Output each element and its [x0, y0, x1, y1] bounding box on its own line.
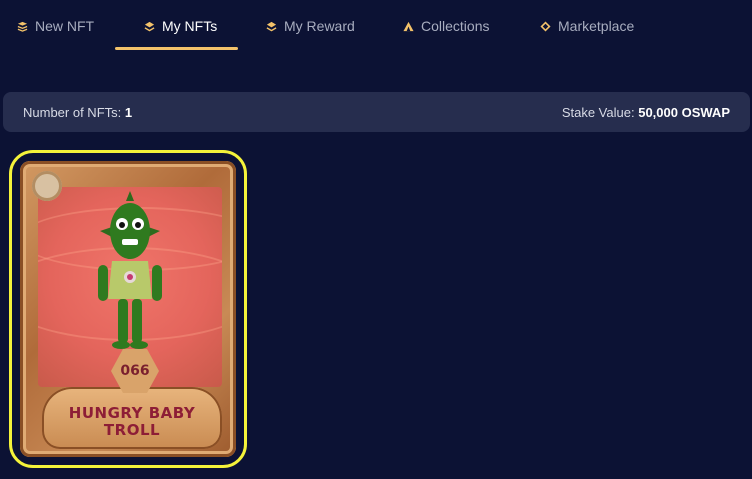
tab-collections[interactable]: Collections — [403, 17, 489, 35]
tab-my-reward-label: My Reward — [284, 18, 355, 34]
nft-tab-bar: New NFT My NFTs My Reward Collections Ma… — [0, 0, 752, 52]
active-tab-indicator — [115, 47, 238, 50]
layers-icon — [266, 21, 277, 31]
tab-collections-label: Collections — [421, 18, 490, 34]
nft-card-name-line2: TROLL — [103, 421, 161, 439]
nft-count-value: 1 — [124, 104, 133, 120]
nft-summary-bar: Number of NFTs: 1 Stake Value: 50,000 OS… — [3, 92, 750, 132]
diamond-icon — [540, 20, 551, 32]
tab-new-nft-label: New NFT — [35, 18, 95, 34]
tab-my-nfts[interactable]: My NFTs — [144, 17, 217, 35]
tab-my-nfts-label: My NFTs — [162, 18, 218, 34]
tab-marketplace-label: Marketplace — [558, 18, 635, 34]
tab-my-reward[interactable]: My Reward — [266, 17, 355, 35]
stack-icon — [17, 21, 28, 32]
nft-count: Number of NFTs: 1 — [23, 105, 132, 120]
tab-new-nft[interactable]: New NFT — [17, 17, 94, 35]
stake-value: Stake Value: 50,000 OSWAP — [562, 105, 730, 120]
nft-card-frame: 066 HUNGRY BABY TROLL — [20, 161, 236, 457]
tent-icon — [403, 21, 414, 31]
nft-card-name: HUNGRY BABY TROLL — [42, 405, 222, 439]
stake-value-amount: 50,000 OSWAP — [638, 104, 730, 120]
stake-value-label: Stake Value: — [561, 104, 635, 120]
nft-card[interactable]: 066 HUNGRY BABY TROLL — [9, 150, 247, 468]
nft-coin-emblem — [32, 171, 62, 201]
nft-count-label: Number of NFTs: — [23, 104, 122, 120]
layers-icon — [144, 21, 155, 31]
tab-marketplace[interactable]: Marketplace — [540, 17, 634, 35]
nft-card-name-line1: HUNGRY BABY — [68, 404, 196, 422]
